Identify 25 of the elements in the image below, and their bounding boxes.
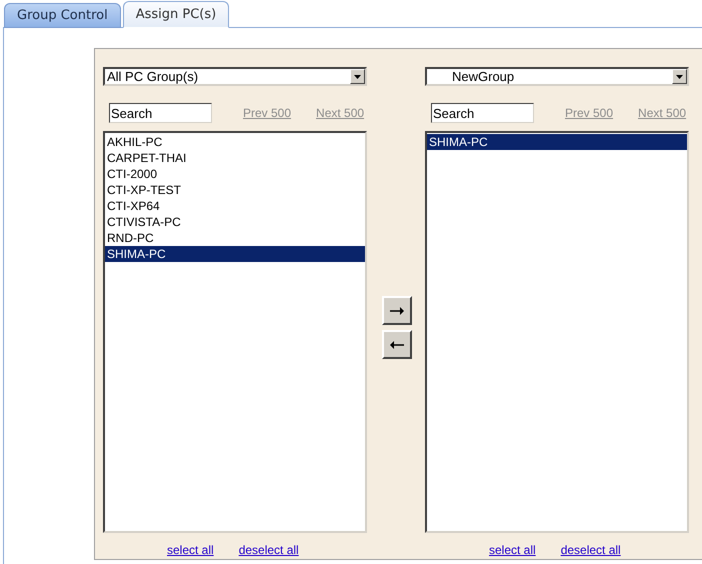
select-all-link[interactable]: select all bbox=[167, 541, 214, 559]
tab[interactable]: Group Control bbox=[4, 3, 121, 28]
pc-list[interactable]: SHIMA-PC bbox=[425, 131, 689, 533]
pc-list[interactable]: AKHIL-PC CARPET-THAI CTI-2000 CTI-XP-TEST CTI-XP64 CTIVISTA-PC RND-PC SHIMA-PC bbox=[103, 131, 367, 533]
list-item[interactable]: AKHIL-PC bbox=[105, 134, 365, 150]
deselect-all-link[interactable]: deselect all bbox=[560, 541, 621, 559]
arrow-left-icon bbox=[390, 340, 404, 348]
group-dropdown[interactable]: NewGroup bbox=[425, 67, 689, 86]
list-item[interactable]: SHIMA-PC bbox=[427, 134, 687, 150]
search-field[interactable]: Search bbox=[109, 103, 212, 123]
list-item[interactable]: CTI-XP-TEST bbox=[105, 182, 365, 198]
search-field[interactable]: Search bbox=[431, 103, 534, 123]
tab[interactable]: Assign PC(s) bbox=[122, 1, 230, 28]
deselect-all-link[interactable]: deselect all bbox=[238, 541, 299, 559]
list-item[interactable]: CTIVISTA-PC bbox=[105, 214, 365, 230]
arrow-right-icon bbox=[390, 306, 404, 314]
move-left-button[interactable] bbox=[382, 330, 412, 359]
move-right-button[interactable] bbox=[382, 296, 412, 325]
list-item[interactable]: RND-PC bbox=[105, 230, 365, 246]
list-item[interactable]: SHIMA-PC bbox=[105, 246, 365, 262]
select-all-link[interactable]: select all bbox=[489, 541, 536, 559]
group-dropdown[interactable]: All PC Group(s) bbox=[103, 67, 367, 86]
list-item[interactable]: CTI-2000 bbox=[105, 166, 365, 182]
list-item[interactable]: CTI-XP64 bbox=[105, 198, 365, 214]
list-item[interactable]: CARPET-THAI bbox=[105, 150, 365, 166]
